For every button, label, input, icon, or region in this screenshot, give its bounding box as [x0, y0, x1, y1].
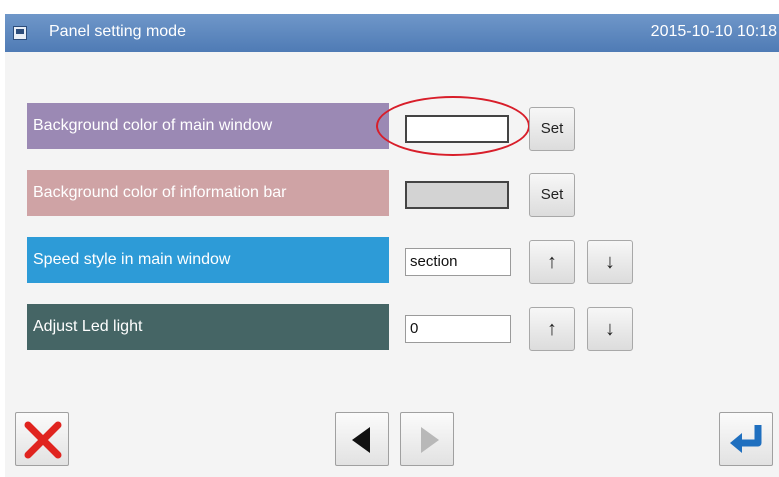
highlight-circle — [376, 96, 530, 156]
main-window-bg-label: Background color of main window — [27, 103, 389, 149]
triangle-left-icon — [352, 427, 370, 453]
previous-button[interactable] — [335, 412, 389, 466]
led-light-up-button[interactable]: ↑ — [529, 307, 575, 351]
speed-style-up-button[interactable]: ↑ — [529, 240, 575, 284]
speed-style-value[interactable]: section — [405, 248, 511, 276]
return-arrow-icon — [730, 425, 762, 453]
set-main-window-bg-button[interactable]: Set — [529, 107, 575, 151]
close-x-icon — [24, 421, 62, 459]
datetime-display: 2015-10-10 10:18 — [650, 23, 777, 40]
speed-style-down-button[interactable]: ↓ — [587, 240, 633, 284]
next-button[interactable] — [400, 412, 454, 466]
info-bar-bg-swatch[interactable] — [405, 181, 509, 209]
panel-screen: Panel setting mode 2015-10-10 10:18 Back… — [5, 14, 779, 477]
led-light-down-button[interactable]: ↓ — [587, 307, 633, 351]
led-light-value[interactable]: 0 — [405, 315, 511, 343]
page-title: Panel setting mode — [49, 23, 186, 40]
speed-style-label: Speed style in main window — [27, 237, 389, 283]
set-info-bar-bg-button[interactable]: Set — [529, 173, 575, 217]
info-bar-bg-label: Background color of information bar — [27, 170, 389, 216]
enter-button[interactable] — [719, 412, 773, 466]
cancel-button[interactable] — [15, 412, 69, 466]
led-light-label: Adjust Led light — [27, 304, 389, 350]
panel-icon — [13, 26, 27, 40]
title-bar: Panel setting mode 2015-10-10 10:18 — [5, 14, 779, 52]
triangle-right-icon — [421, 427, 439, 453]
